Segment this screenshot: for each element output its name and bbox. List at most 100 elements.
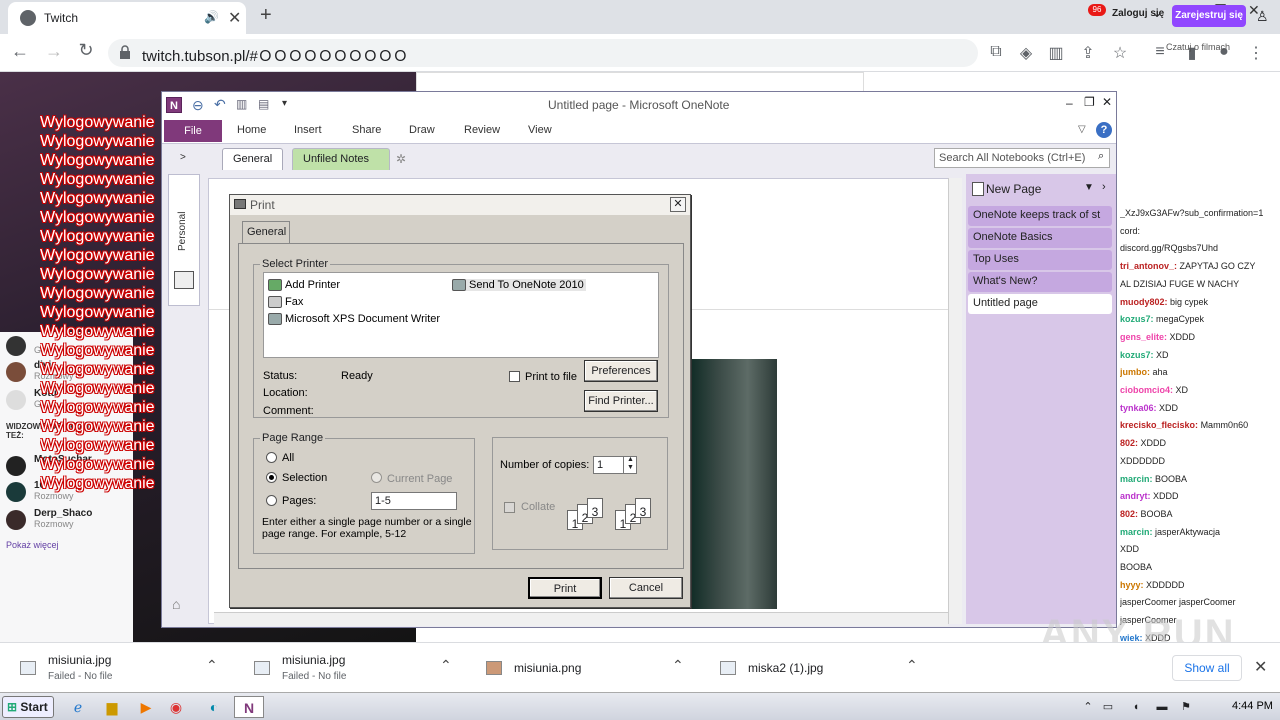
tab-insert[interactable]: Insert: [294, 124, 322, 136]
download-item[interactable]: misiunia.jpg Failed - No file ⌃: [234, 651, 464, 687]
vertical-scrollbar[interactable]: [948, 178, 962, 624]
page-item[interactable]: OneNote Basics: [968, 228, 1112, 248]
chevron-up-icon[interactable]: ⌃: [206, 657, 218, 674]
help-icon[interactable]: ?: [1096, 122, 1112, 138]
tray-flag-icon[interactable]: ⚑: [1174, 696, 1198, 718]
download-item[interactable]: miska2 (1).jpg ⌃: [700, 651, 930, 687]
copies-spinner-icon[interactable]: ▲ ▼: [623, 456, 637, 474]
printer-item[interactable]: Add Printer: [268, 279, 340, 292]
page-image[interactable]: [689, 359, 777, 609]
browser-tab[interactable]: Twitch 🔊 ✕: [8, 2, 246, 34]
chat-username[interactable]: gens_elite:: [1120, 332, 1167, 342]
chat-username[interactable]: 802:: [1120, 509, 1138, 519]
radio-selection[interactable]: [266, 472, 277, 486]
radio-current-page[interactable]: [371, 472, 382, 486]
page-item[interactable]: Top Uses: [968, 250, 1112, 270]
file-tab[interactable]: File: [164, 120, 222, 142]
lens-icon[interactable]: ◈: [1016, 43, 1036, 63]
pages-input[interactable]: 1-5: [371, 492, 457, 510]
printer-item[interactable]: Fax: [268, 296, 303, 309]
new-tab-button[interactable]: +: [260, 4, 272, 27]
collate-checkbox[interactable]: [504, 502, 515, 516]
close-icon[interactable]: ✕: [1102, 95, 1112, 109]
chrome-icon[interactable]: ◉: [164, 696, 188, 718]
reading-icon[interactable]: ▥: [1046, 43, 1066, 63]
back-icon[interactable]: ←: [10, 41, 30, 62]
explorer-icon[interactable]: ▆: [100, 696, 124, 718]
printer-item-selected[interactable]: Send To OneNote 2010: [452, 279, 586, 292]
preferences-button[interactable]: Preferences: [584, 360, 658, 382]
chat-username[interactable]: tri_antonov_:: [1120, 261, 1177, 271]
tray-device-icon[interactable]: ▬: [1150, 696, 1174, 718]
onenote-taskbar-icon[interactable]: N: [234, 696, 264, 718]
radio-pages[interactable]: [266, 495, 277, 509]
ribbon-expand-icon[interactable]: ▽: [1078, 124, 1086, 135]
tab-general[interactable]: General: [242, 221, 290, 243]
find-printer-button[interactable]: Find Printer...: [584, 390, 658, 412]
page-item-selected[interactable]: Untitled page: [968, 294, 1112, 314]
search-icon[interactable]: ⌕: [1098, 150, 1104, 163]
download-item[interactable]: misiunia.jpg Failed - No file ⌃: [0, 651, 230, 687]
chat-username[interactable]: jumbo:: [1120, 367, 1150, 377]
user-icon[interactable]: ♙: [1256, 8, 1269, 25]
tab-close-icon[interactable]: ✕: [228, 8, 241, 28]
chat-username[interactable]: kozus7:: [1120, 350, 1154, 360]
chat-username[interactable]: kozus7:: [1120, 314, 1154, 324]
edge-icon[interactable]: ◐: [202, 696, 226, 718]
tab-view[interactable]: View: [528, 124, 552, 136]
download-item[interactable]: misiunia.png ⌃: [466, 651, 696, 687]
chat-username[interactable]: marcin:: [1120, 474, 1153, 484]
collapse-panel-icon[interactable]: ›: [1102, 181, 1106, 193]
show-more-link[interactable]: Pokaż więcej: [6, 540, 59, 550]
radio-all[interactable]: [266, 452, 277, 466]
start-button[interactable]: ⊞ Start: [2, 696, 54, 718]
chat-username[interactable]: muody802:: [1120, 297, 1168, 307]
new-section-icon[interactable]: ✲: [396, 152, 406, 166]
chat-username[interactable]: krecisko_flecisko:: [1120, 420, 1198, 430]
print-to-file-checkbox[interactable]: [509, 371, 520, 385]
blocked-popup-icon[interactable]: ⧉: [986, 43, 1006, 61]
print-button[interactable]: Print: [528, 577, 602, 599]
chat-username[interactable]: ciobomcio4:: [1120, 385, 1173, 395]
dialog-close-button[interactable]: ✕: [670, 197, 686, 212]
new-page-dropdown-icon[interactable]: ▼: [1084, 182, 1094, 193]
tray-volume-icon[interactable]: ◖: [1124, 696, 1148, 718]
chat-username[interactable]: andryt:: [1120, 491, 1151, 501]
printer-list[interactable]: Add Printer Send To OneNote 2010 Fax Mic…: [263, 272, 659, 358]
media-player-icon[interactable]: ▶: [134, 696, 158, 718]
expand-navigation-icon[interactable]: >: [180, 152, 186, 163]
reload-icon[interactable]: ↻: [76, 40, 96, 61]
forward-icon[interactable]: →: [44, 41, 64, 62]
undo-icon[interactable]: ↶: [214, 96, 226, 113]
tab-review[interactable]: Review: [464, 124, 500, 136]
chat-username[interactable]: 802:: [1120, 438, 1138, 448]
notebook-list-icon[interactable]: ⌂: [172, 596, 180, 612]
full-page-icon[interactable]: ▤: [258, 97, 269, 111]
ie-icon[interactable]: ℯ: [66, 696, 90, 718]
login-button[interactable]: Zaloguj się: [1112, 8, 1164, 19]
tab-unfiled-notes[interactable]: Unfiled Notes: [292, 148, 390, 170]
chat-username[interactable]: tynka06:: [1120, 403, 1157, 413]
new-page-button[interactable]: New Page: [986, 182, 1041, 196]
dock-icon[interactable]: ▥: [236, 97, 247, 111]
chevron-up-icon[interactable]: ⌃: [672, 657, 684, 674]
share-icon[interactable]: ⇪: [1078, 43, 1098, 63]
chevron-up-icon[interactable]: ⌃: [440, 657, 452, 674]
horizontal-scrollbar[interactable]: [214, 612, 948, 626]
minimize-icon[interactable]: ‒: [1066, 96, 1073, 110]
quick-access-dropdown-icon[interactable]: ▾: [282, 98, 287, 109]
url-text[interactable]: twitch.tubson.pl/#ＯＯＯＯＯＯＯＯＯＯ: [142, 45, 408, 66]
address-bar[interactable]: twitch.tubson.pl/#ＯＯＯＯＯＯＯＯＯＯ: [108, 39, 978, 67]
tab-share[interactable]: Share: [352, 124, 381, 136]
signup-button[interactable]: Zarejestruj się: [1172, 5, 1246, 27]
printer-item[interactable]: Microsoft XPS Document Writer: [268, 313, 440, 326]
page-item[interactable]: What's New?: [968, 272, 1112, 292]
tab-general[interactable]: General: [222, 148, 284, 170]
chevron-up-icon[interactable]: ⌃: [906, 657, 918, 674]
notebook-bar[interactable]: Personal: [168, 174, 200, 306]
show-all-button[interactable]: Show all: [1172, 655, 1242, 681]
speaker-icon[interactable]: 🔊: [204, 10, 219, 24]
back-icon[interactable]: ⊖: [192, 97, 204, 114]
chat-username[interactable]: hyyy:: [1120, 580, 1144, 590]
tab-draw[interactable]: Draw: [409, 124, 435, 136]
